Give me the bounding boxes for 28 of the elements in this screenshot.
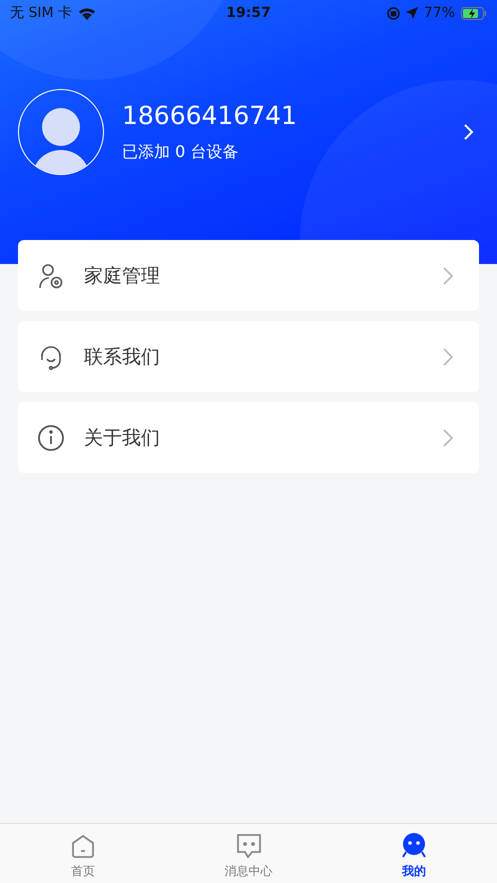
location-arrow-icon <box>406 7 418 19</box>
menu-item[interactable]: 关于我们 <box>18 402 479 473</box>
home-icon <box>70 834 95 859</box>
device-count: 已添加 0 台设备 <box>122 142 240 163</box>
menu-label: 关于我们 <box>84 426 161 450</box>
chevron-right-icon <box>443 266 453 284</box>
smiley-icon <box>402 833 426 859</box>
chevron-right-icon[interactable] <box>463 123 475 141</box>
chevron-right-icon <box>443 348 453 366</box>
chevron-right-icon <box>443 428 453 446</box>
phone-number: 18666416741 <box>122 101 298 130</box>
battery-percent: 77% <box>424 5 456 21</box>
menu-label: 联系我们 <box>84 344 161 370</box>
wifi-icon <box>78 6 96 20</box>
info-icon <box>37 424 65 452</box>
menu-item[interactable]: 联系我们 <box>18 321 479 392</box>
rotation-lock-icon <box>386 6 400 20</box>
carrier-text: 无 SIM 卡 <box>10 4 72 22</box>
tab[interactable]: 我的 <box>331 824 497 883</box>
menu-label: 家庭管理 <box>84 264 161 288</box>
clock-time: 19:57 <box>226 5 271 21</box>
avatar[interactable] <box>18 89 104 175</box>
tab[interactable]: 首页 <box>0 824 166 883</box>
menu-item[interactable]: 家庭管理 <box>18 240 479 311</box>
chat-icon <box>236 833 262 859</box>
user-gear-icon <box>37 262 65 290</box>
tab[interactable]: 消息中心 <box>166 824 332 883</box>
battery-icon <box>461 6 488 20</box>
